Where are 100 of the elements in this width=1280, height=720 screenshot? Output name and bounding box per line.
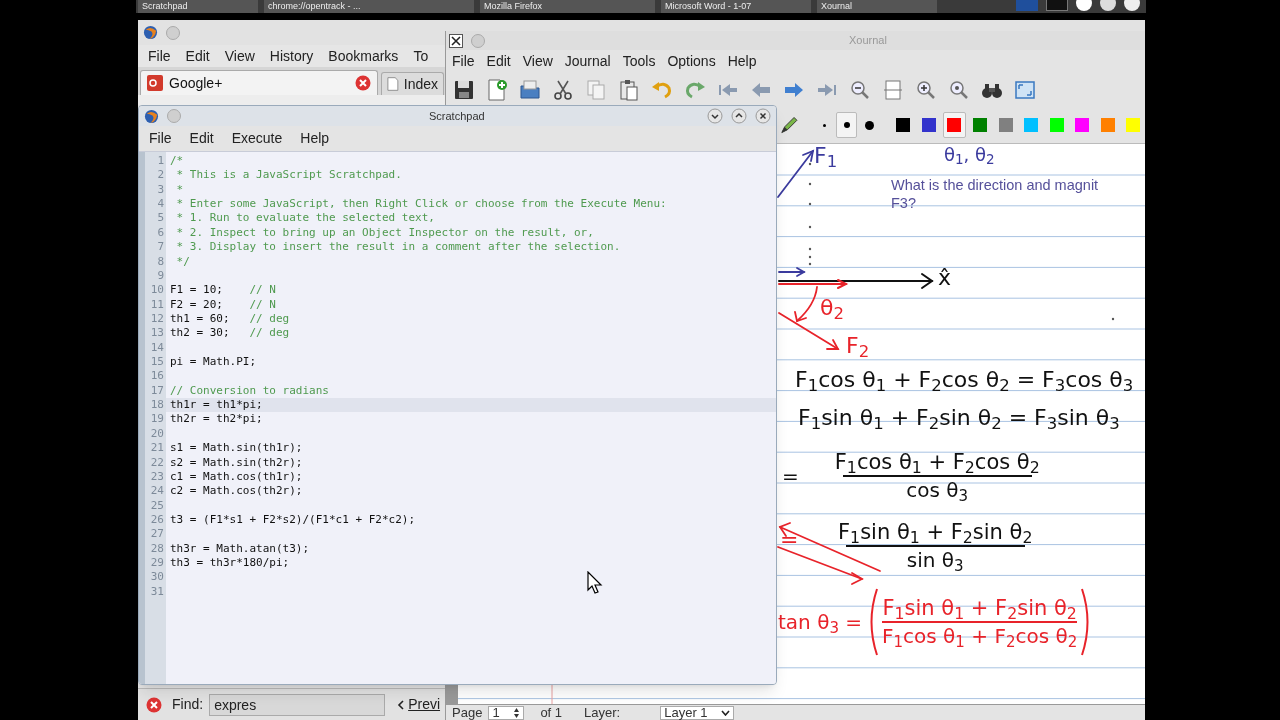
line-number: 19 xyxy=(149,412,165,427)
line-number: 30 xyxy=(149,570,165,585)
line-number: 10 xyxy=(149,283,165,298)
code-line: /* xyxy=(170,154,184,167)
handwritten-equation: tan θ$_{3}$ = xyxy=(778,609,863,637)
menu-item[interactable]: File xyxy=(148,45,171,67)
fraction-numerator: F$_{1}$sin θ$_{1}$ + F$_{2}$sin θ$_{2}$ xyxy=(838,519,1033,545)
layer-label: Layer: xyxy=(584,705,621,720)
code-line: th1 = 60; // deg xyxy=(170,311,290,325)
close-icon[interactable] xyxy=(755,108,771,124)
close-icon[interactable] xyxy=(146,696,162,713)
line-number: 12 xyxy=(149,311,165,327)
page-icon xyxy=(387,76,399,92)
taskbar-item[interactable]: chrome://opentrack - ... xyxy=(264,0,474,13)
line-number: 18 xyxy=(149,398,165,413)
handwritten-label: θ$_{2}$ xyxy=(820,294,844,324)
line-number: 7 xyxy=(156,240,165,255)
pen-icon[interactable] xyxy=(779,114,800,136)
code-line: * xyxy=(175,182,184,196)
taskbar-item[interactable]: Xournal xyxy=(817,0,937,13)
line-number: 25 xyxy=(149,498,165,513)
line-number: 16 xyxy=(149,369,165,384)
line-number: 9 xyxy=(156,268,165,284)
handwritten-equation: = xyxy=(782,463,799,490)
menu-item[interactable]: View xyxy=(224,45,255,67)
maximize-icon[interactable] xyxy=(731,108,747,124)
browser-tab[interactable]: Index xyxy=(381,72,444,95)
pen-size-button[interactable] xyxy=(836,112,858,138)
taskbar-item[interactable]: Mozilla Firefox xyxy=(480,0,655,13)
window-title: Xournal xyxy=(849,33,887,49)
handwritten-label: F$_{2}$ xyxy=(846,332,870,362)
code-line: * 2. Inspect to bring up an Object Inspector on the result, or, xyxy=(175,225,594,239)
angle-arc xyxy=(794,286,818,323)
line-number: 14 xyxy=(149,340,165,356)
previous-button[interactable]: Previ xyxy=(397,694,441,715)
close-icon[interactable] xyxy=(355,75,371,91)
minimize-icon[interactable] xyxy=(707,108,723,124)
code-line: s2 = Math.sin(th2r); xyxy=(170,455,303,469)
new-page-icon[interactable] xyxy=(485,77,509,102)
question-text: What is the direction and magnit xyxy=(891,177,1099,194)
cursor-icon xyxy=(587,571,603,595)
taskbar-item[interactable]: Scratchpad xyxy=(138,0,258,13)
menu-item[interactable]: File xyxy=(149,128,172,149)
chevron-left-icon xyxy=(397,699,405,710)
color-swatch[interactable] xyxy=(942,112,967,138)
code-line: c2 = Math.cos(th2r); xyxy=(170,484,303,498)
code-line: th1r = th1*pi; xyxy=(170,398,263,412)
page-spinner[interactable]: 1 xyxy=(488,705,525,720)
menu-item[interactable]: File xyxy=(452,50,475,72)
menu-item[interactable]: Options xyxy=(667,50,716,72)
app-icon xyxy=(144,108,159,124)
taskbar-item[interactable]: Microsoft Word - 1-07 xyxy=(661,0,811,13)
vector-arrow xyxy=(778,267,806,277)
window-title: Scratchpad xyxy=(429,108,485,124)
app-icon xyxy=(143,25,158,40)
code-line: t3 = (F1*s1 + F2*s2)/(F1*c1 + F2*c2); xyxy=(170,513,416,526)
line-number: 23 xyxy=(149,469,165,485)
line-number: 27 xyxy=(149,527,165,542)
menu-item[interactable]: History xyxy=(269,45,314,67)
menu-item[interactable]: Help xyxy=(727,50,757,72)
line-number: 5 xyxy=(156,211,165,226)
menu-item[interactable]: Journal xyxy=(564,50,611,72)
line-number: 20 xyxy=(149,426,165,442)
page-width-icon[interactable] xyxy=(881,77,905,102)
code-line: c1 = Math.cos(th1r); xyxy=(170,469,303,483)
code-line: th2 = 30; // deg xyxy=(170,326,290,340)
line-number: 28 xyxy=(149,541,165,557)
line-number: 21 xyxy=(149,441,165,456)
question-text: F3? xyxy=(891,195,916,212)
fraction-numerator: F$_{1}$cos θ$_{1}$ + F$_{2}$cos θ$_{2}$ xyxy=(834,449,1040,475)
code-line: pi = Math.PI; xyxy=(170,355,257,369)
layer-select[interactable]: Layer 1 xyxy=(660,705,735,720)
chevron-down-icon xyxy=(721,709,731,716)
menu-item[interactable]: Help xyxy=(300,128,330,149)
menu-item[interactable]: Tools xyxy=(622,50,656,72)
menu-item[interactable]: To xyxy=(413,45,429,67)
menu-item[interactable]: View xyxy=(522,50,553,72)
menu-item[interactable]: Edit xyxy=(189,128,214,149)
menu-item[interactable]: Execute xyxy=(231,128,283,149)
fraction-denominator: sin θ$_{3}$ xyxy=(906,547,964,573)
line-number: 24 xyxy=(149,484,165,499)
folder-icon[interactable] xyxy=(518,77,542,102)
menu-item[interactable]: Bookmarks xyxy=(328,45,399,67)
handwritten-label: = xyxy=(780,526,799,554)
line-number: 15 xyxy=(149,355,165,370)
line-number: 29 xyxy=(149,556,165,571)
line-number: 2 xyxy=(156,168,165,183)
handwritten-label: x̂ xyxy=(938,264,952,292)
browser-tab[interactable]: Google+ xyxy=(140,70,378,95)
fraction-numerator: F$_{1}$sin θ$_{1}$ + F$_{2}$sin θ$_{2}$ xyxy=(882,595,1077,621)
code-line: F1 = 10; // N xyxy=(170,283,276,297)
find-field[interactable]: expres xyxy=(209,693,386,716)
code-line: th3 = th3r*180/pi; xyxy=(170,556,290,570)
page-total: of 1 xyxy=(540,705,563,720)
paste-icon[interactable] xyxy=(617,77,641,102)
code-line: * 3. Display to insert the result in a comment after the selection. xyxy=(175,240,621,254)
line-number: 6 xyxy=(156,225,165,241)
menu-item[interactable]: Edit xyxy=(486,50,511,72)
menu-item[interactable]: Edit xyxy=(185,45,210,67)
handwritten-label: θ$_{1}$, θ$_{2}$ xyxy=(944,145,995,165)
